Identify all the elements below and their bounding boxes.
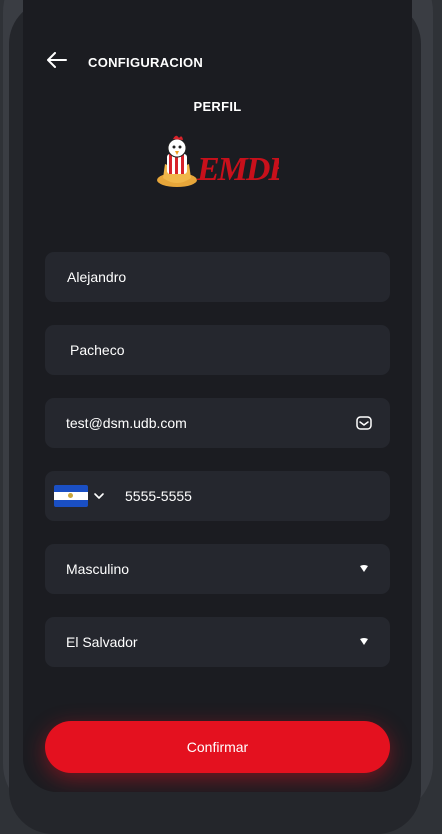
header: CONFIGURACION bbox=[23, 42, 412, 82]
country-value: El Salvador bbox=[66, 634, 138, 650]
el-salvador-flag-icon[interactable] bbox=[54, 485, 88, 507]
phone-value: 5555-5555 bbox=[125, 488, 192, 504]
chevron-down-icon[interactable] bbox=[93, 490, 105, 502]
app-screen: CONFIGURACION PERFIL EMDB Alejandro Pach… bbox=[23, 0, 412, 792]
dropdown-caret-icon bbox=[360, 565, 368, 572]
arrow-left-icon bbox=[47, 52, 67, 68]
email-icon bbox=[356, 416, 372, 430]
last-name-field[interactable]: Pacheco bbox=[45, 325, 390, 375]
app-logo: EMDB bbox=[153, 132, 292, 192]
chicken-popcorn-logo: EMDB bbox=[157, 135, 292, 188]
gender-value: Masculino bbox=[66, 561, 130, 577]
logo-text: EMDB bbox=[196, 151, 279, 188]
confirm-button[interactable]: Confirmar bbox=[45, 721, 390, 773]
first-name-field[interactable]: Alejandro bbox=[45, 252, 390, 302]
first-name-value: Alejandro bbox=[67, 269, 127, 285]
dropdown-caret-icon bbox=[360, 638, 368, 645]
phone-field[interactable]: 5555-5555 bbox=[45, 471, 390, 521]
page-title: CONFIGURACION bbox=[88, 55, 204, 70]
gender-select[interactable]: Masculino bbox=[45, 544, 390, 594]
status-bar bbox=[23, 0, 412, 2]
back-button[interactable] bbox=[43, 48, 71, 72]
last-name-value: Pacheco bbox=[70, 342, 125, 358]
section-title: PERFIL bbox=[193, 99, 242, 114]
country-select[interactable]: El Salvador bbox=[45, 617, 390, 667]
email-field[interactable]: test@dsm.udb.com bbox=[45, 398, 390, 448]
email-value: test@dsm.udb.com bbox=[66, 415, 187, 431]
